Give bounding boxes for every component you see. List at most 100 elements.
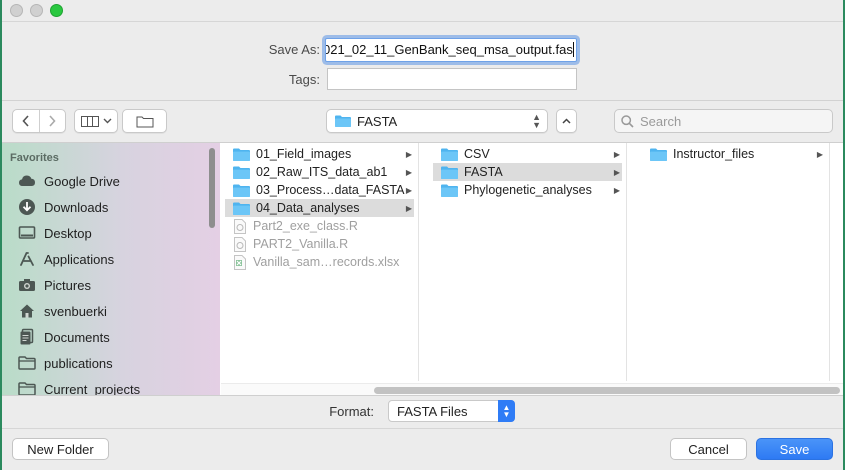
item-label: 03_Process…data_FASTA xyxy=(256,183,405,197)
disclosure-arrow-icon: ▶ xyxy=(613,149,620,159)
item-label: FASTA xyxy=(464,165,503,179)
applications-icon xyxy=(20,252,34,266)
list-item-selected[interactable]: FASTA ▶ xyxy=(433,163,622,181)
close-window-button[interactable] xyxy=(10,4,23,17)
sidebar-item-google-drive[interactable]: Google Drive xyxy=(18,170,120,192)
document-icon xyxy=(20,328,34,345)
folder-icon xyxy=(233,184,250,197)
folder-icon xyxy=(650,148,667,161)
chevron-down-icon xyxy=(103,118,111,124)
list-item-selected[interactable]: 04_Data_analyses ▶ xyxy=(225,199,414,217)
list-item[interactable]: Phylogenetic_analyses ▶ xyxy=(433,181,622,199)
folder-icon xyxy=(441,184,458,197)
r-file-icon xyxy=(234,218,246,234)
save-dialog: Save As: 021_02_11_GenBank_seq_msa_outpu… xyxy=(2,0,843,470)
list-item: Part2_exe_class.R xyxy=(225,217,414,235)
horizontal-scrollbar[interactable] xyxy=(374,387,840,394)
sidebar-item-downloads[interactable]: Downloads xyxy=(18,196,108,218)
list-item: Vanilla_sam…records.xlsx xyxy=(225,253,414,271)
item-label: Vanilla_sam…records.xlsx xyxy=(253,255,400,269)
updown-arrows-icon: ▲ ▼ xyxy=(498,400,515,422)
disclosure-arrow-icon: ▶ xyxy=(613,185,620,195)
save-as-label: Save As: xyxy=(268,42,320,57)
disclosure-arrow-icon: ▶ xyxy=(405,167,412,177)
item-label: PART2_Vanilla.R xyxy=(253,237,349,251)
text-caret xyxy=(572,42,574,57)
zoom-window-button[interactable] xyxy=(50,4,63,17)
item-label: Part2_exe_class.R xyxy=(253,219,358,233)
sidebar-scrollbar[interactable] xyxy=(209,148,215,228)
r-file-icon xyxy=(234,236,246,252)
folder-icon xyxy=(441,166,458,179)
item-label: Instructor_files xyxy=(673,147,755,161)
updown-arrows-icon: ▲ ▼ xyxy=(532,112,541,130)
browser-column-1: 01_Field_images ▶ 02_Raw_ITS_data_ab1 ▶ … xyxy=(221,143,419,381)
sidebar-item-label: Documents xyxy=(44,329,110,345)
collapse-dialog-button[interactable] xyxy=(556,109,577,133)
desktop-icon xyxy=(18,226,36,239)
sidebar-item-label: svenbuerki xyxy=(44,303,107,319)
file-browser: Favorites Google Drive Downloads Desktop… xyxy=(2,142,843,396)
save-button[interactable]: Save xyxy=(756,438,833,460)
sidebar-item-desktop[interactable]: Desktop xyxy=(18,222,92,244)
new-folder-button[interactable]: New Folder xyxy=(12,438,109,460)
sidebar-item-label: publications xyxy=(44,355,113,371)
search-field[interactable]: Search xyxy=(614,109,833,133)
sidebar-item-publications[interactable]: publications xyxy=(18,352,113,374)
footer-divider xyxy=(2,428,843,429)
sidebar-item-label: Google Drive xyxy=(44,173,120,189)
item-label: Phylogenetic_analyses xyxy=(464,183,592,197)
group-button[interactable] xyxy=(122,109,167,133)
search-placeholder: Search xyxy=(640,113,682,129)
folder-icon xyxy=(441,148,458,161)
browser-column-2: CSV ▶ FASTA ▶ Phylogenetic_analyses ▶ xyxy=(429,143,627,381)
disclosure-arrow-icon: ▶ xyxy=(405,203,412,213)
cancel-button[interactable]: Cancel xyxy=(670,438,747,460)
folder-icon xyxy=(18,382,36,395)
list-item[interactable]: 02_Raw_ITS_data_ab1 ▶ xyxy=(225,163,414,181)
camera-icon xyxy=(19,279,35,291)
item-label: 04_Data_analyses xyxy=(256,201,360,215)
location-popup[interactable]: FASTA ▲ ▼ xyxy=(326,109,548,133)
sidebar-section-title: Favorites xyxy=(10,152,59,164)
disclosure-arrow-icon: ▶ xyxy=(613,167,620,177)
excel-file-icon xyxy=(234,254,246,270)
minimize-window-button[interactable] xyxy=(30,4,43,17)
sidebar-item-label: Desktop xyxy=(44,225,92,241)
chevron-left-icon xyxy=(22,115,29,127)
folder-icon xyxy=(335,115,351,127)
item-label: 01_Field_images xyxy=(256,147,352,161)
window-controls xyxy=(10,4,63,17)
format-label: Format: xyxy=(329,404,374,419)
list-item[interactable]: 01_Field_images ▶ xyxy=(225,145,414,163)
sidebar: Favorites Google Drive Downloads Desktop… xyxy=(2,143,220,395)
folder-outline-icon xyxy=(136,116,153,127)
tags-field[interactable] xyxy=(327,68,577,90)
list-item[interactable]: CSV ▶ xyxy=(433,145,622,163)
sidebar-item-label: Applications xyxy=(44,251,115,267)
disclosure-arrow-icon: ▶ xyxy=(405,185,412,195)
list-item[interactable]: Instructor_files ▶ xyxy=(642,145,825,163)
item-label: CSV xyxy=(464,147,490,161)
forward-button[interactable] xyxy=(40,110,66,132)
folder-icon xyxy=(18,356,36,370)
sidebar-item-label: Pictures xyxy=(44,277,91,293)
cloud-icon xyxy=(19,175,35,186)
sidebar-item-current-projects[interactable]: Current_projects xyxy=(18,378,140,395)
folder-icon xyxy=(233,166,250,179)
back-forward-group xyxy=(12,109,66,133)
list-item[interactable]: 03_Process…data_FASTA ▶ xyxy=(225,181,414,199)
header-divider xyxy=(2,100,843,101)
view-options-button[interactable] xyxy=(74,109,118,133)
format-value: FASTA Files xyxy=(397,403,468,419)
chevron-right-icon xyxy=(49,115,56,127)
format-popup[interactable]: FASTA Files ▲ ▼ xyxy=(388,400,515,422)
item-label: 02_Raw_ITS_data_ab1 xyxy=(256,165,388,179)
sidebar-item-documents[interactable]: Documents xyxy=(18,326,110,348)
home-icon xyxy=(20,304,34,318)
back-button[interactable] xyxy=(13,110,39,132)
sidebar-item-applications[interactable]: Applications xyxy=(18,248,114,270)
sidebar-item-pictures[interactable]: Pictures xyxy=(18,274,91,296)
save-as-field[interactable]: 021_02_11_GenBank_seq_msa_output.fas xyxy=(325,38,577,62)
sidebar-item-svenbuerki[interactable]: svenbuerki xyxy=(18,300,107,322)
